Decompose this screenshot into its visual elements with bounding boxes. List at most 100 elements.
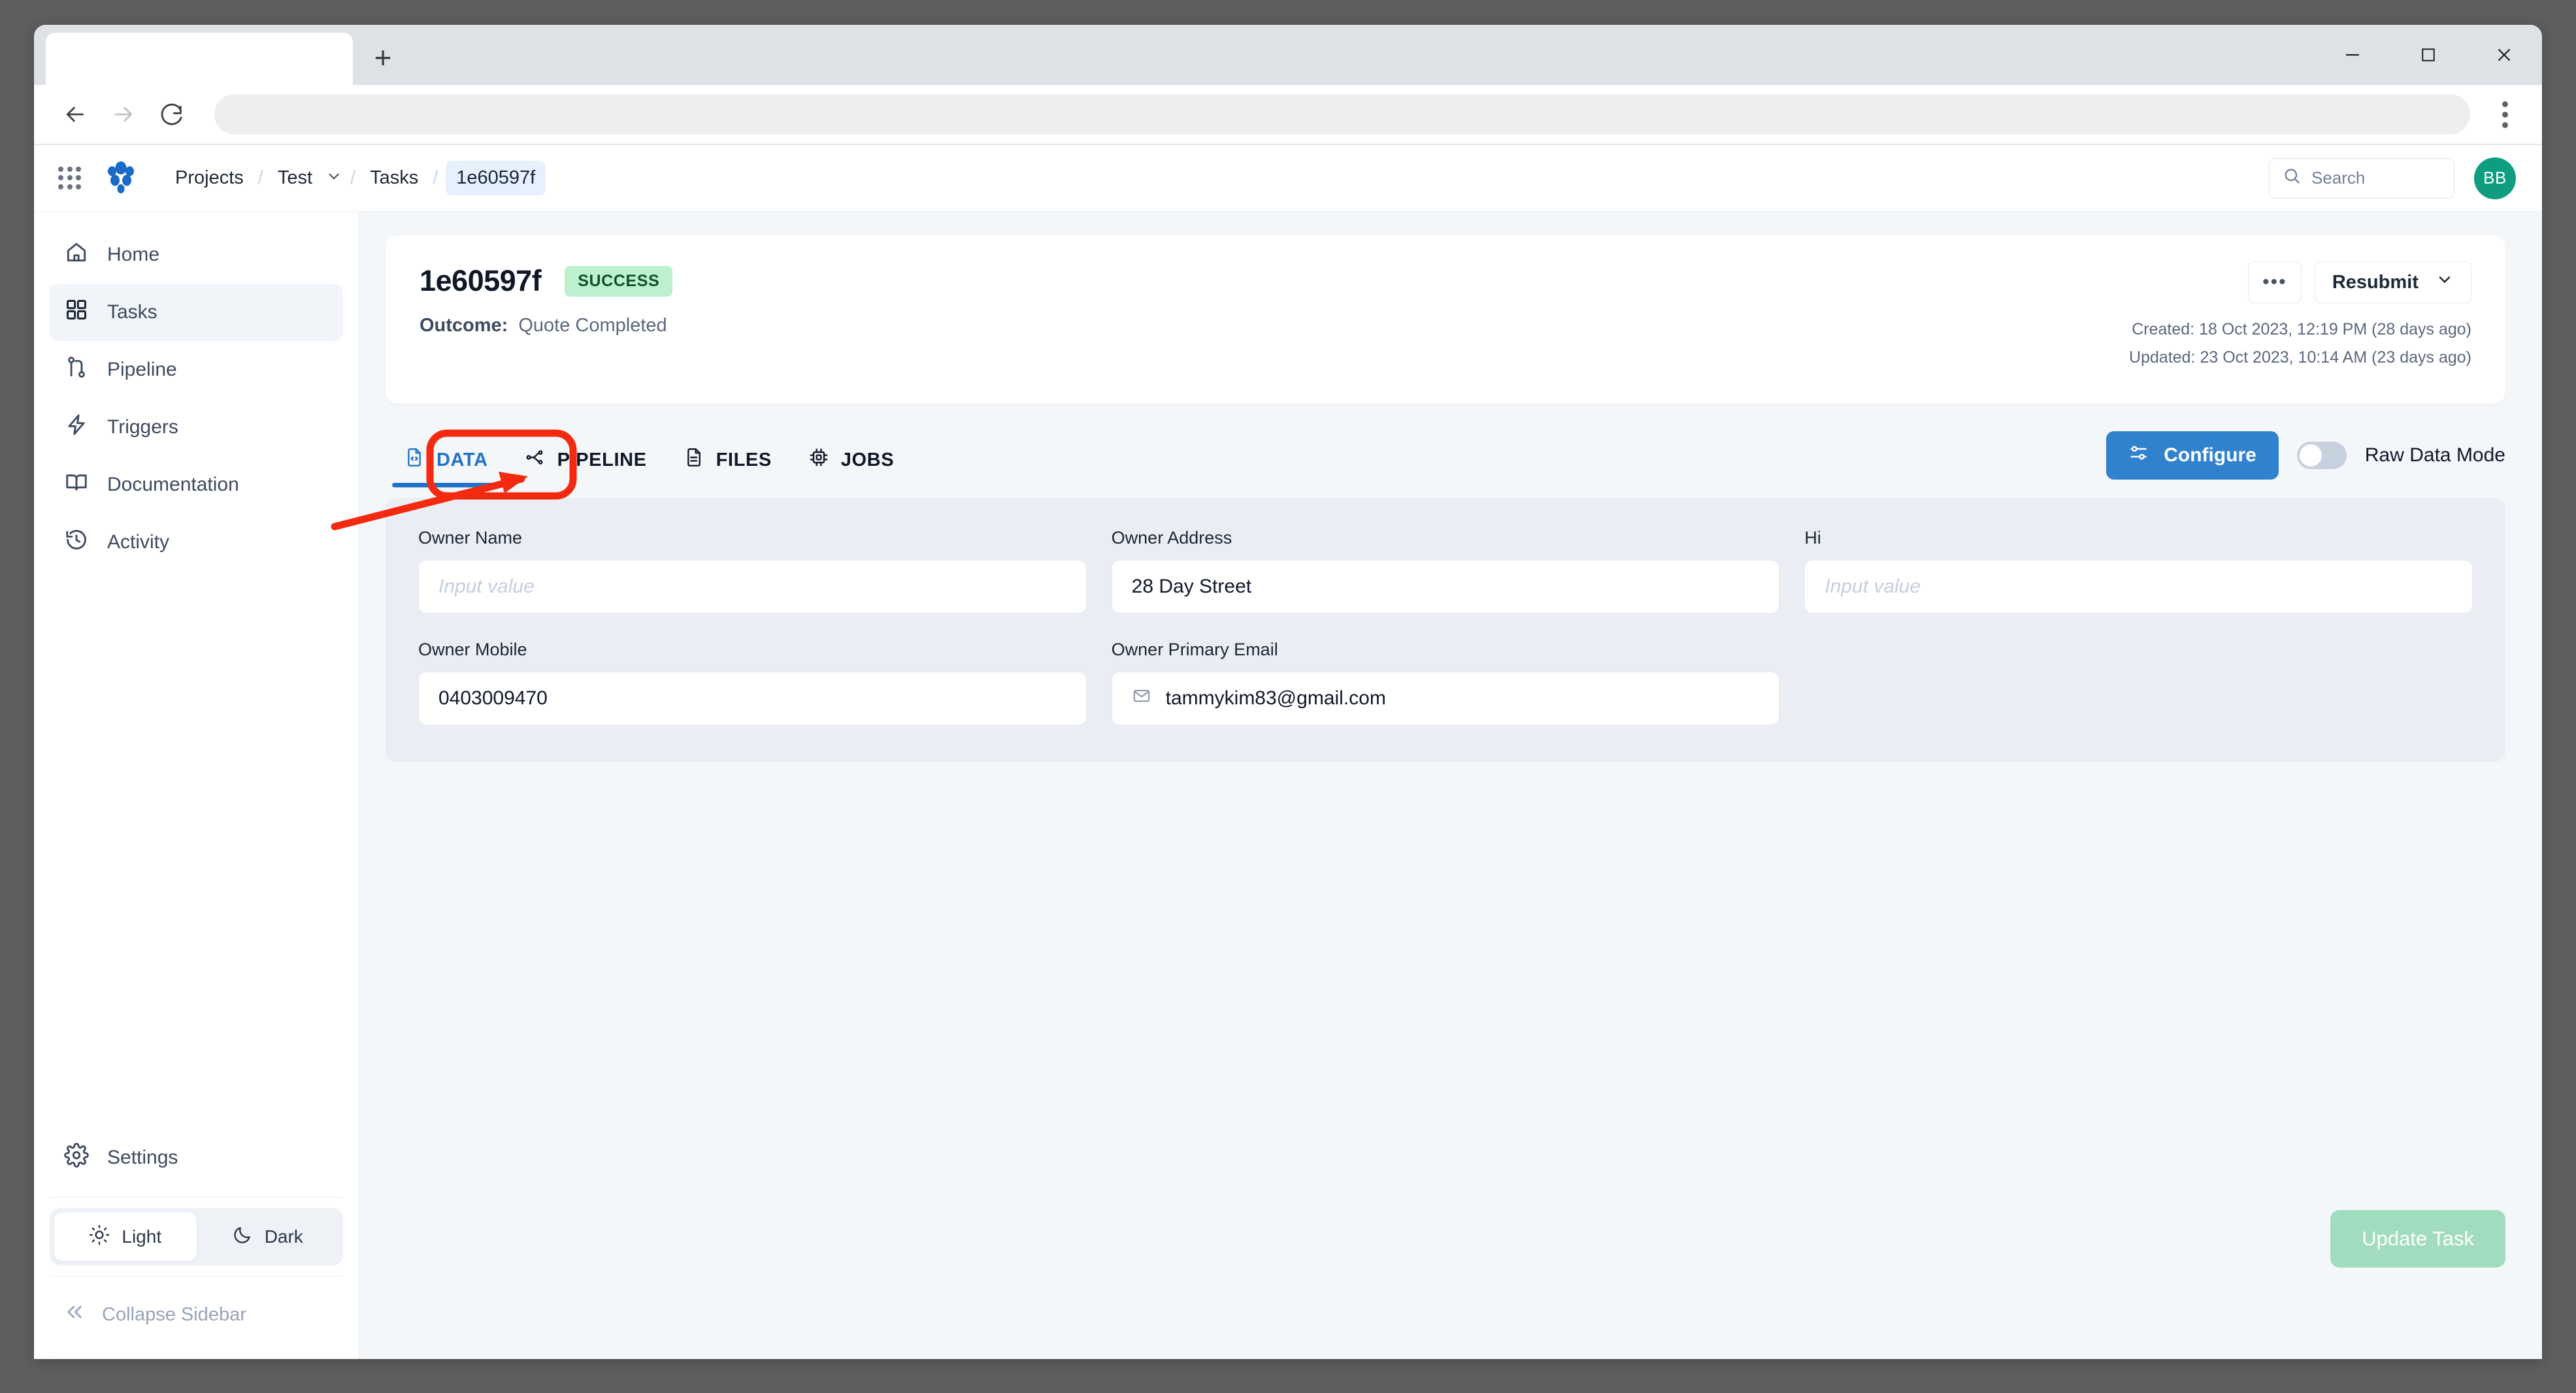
app-body: Home Tasks Pipeline [34,212,2542,1359]
raw-data-mode-label: Raw Data Mode [2365,444,2505,467]
tab-jobs[interactable]: JOBS [790,438,912,487]
sidebar-item-settings[interactable]: Settings [50,1129,343,1187]
breadcrumb-separator-3: / [425,167,446,189]
owner-mobile-input[interactable]: 0403009470 [418,672,1087,725]
owner-name-input[interactable]: Input value [418,560,1087,614]
minimize-button[interactable] [2315,25,2390,85]
field-label: Owner Address [1112,528,1780,548]
update-task-label: Update Task [2362,1227,2474,1251]
app-header: Projects / Test / Tasks / 1e60597f Searc… [34,145,2542,212]
chevron-down-icon [2436,270,2454,294]
tab-pipeline[interactable]: PIPELINE [506,438,665,487]
sidebar-bottom: Settings Light [50,1129,343,1359]
file-code-icon [404,447,425,473]
task-summary-card: 1e60597f SUCCESS Outcome: Quote Complete… [386,235,2505,404]
raw-data-mode-toggle[interactable] [2297,442,2347,469]
avatar[interactable]: BB [2474,157,2516,199]
breadcrumb-task-id[interactable]: 1e60597f [446,161,546,195]
breadcrumb-projects[interactable]: Projects [169,163,250,193]
field-value: 28 Day Street [1132,576,1251,598]
task-card-actions: ••• Resubmit Created: 18 Oct 2023, 12:19… [2129,261,2471,367]
tab-data[interactable]: DATA [386,438,506,487]
field-label: Owner Name [418,528,1087,548]
pipeline-nodes-icon [525,447,546,473]
sidebar-item-tasks[interactable]: Tasks [50,284,343,341]
sidebar-item-label: Tasks [107,301,157,323]
sidebar-divider-1 [50,1197,343,1198]
sidebar-item-label: Documentation [107,474,239,496]
brand-logo-icon[interactable] [102,159,140,197]
theme-option-light[interactable]: Light [54,1213,197,1261]
sidebar-item-label: Settings [107,1147,178,1169]
configure-button[interactable]: Configure [2106,431,2279,480]
collapse-sidebar-button[interactable]: Collapse Sidebar [50,1287,343,1342]
lightning-icon [64,412,89,442]
browser-tabstrip: + [34,25,2542,85]
field-owner-primary-email: Owner Primary Email tammykim83@gmail.com [1112,640,1780,725]
sidebar-item-activity[interactable]: Activity [50,514,343,571]
sidebar-item-label: Pipeline [107,359,177,381]
owner-address-input[interactable]: 28 Day Street [1112,560,1780,614]
tab-label: DATA [437,450,488,471]
tab-label: JOBS [841,450,894,471]
chevrons-left-icon [64,1302,85,1328]
sidebar-item-label: Triggers [107,416,178,438]
search-icon [2283,167,2301,189]
reload-icon[interactable] [148,90,196,139]
back-arrow-icon[interactable] [51,90,99,139]
task-action-buttons: ••• Resubmit [2129,261,2471,303]
new-tab-button[interactable]: + [359,34,406,81]
forward-arrow-icon[interactable] [99,90,148,139]
browser-menu-icon[interactable] [2485,90,2525,139]
book-icon [64,470,89,500]
resubmit-button[interactable]: Resubmit [2315,261,2471,303]
browser-toolbar [34,85,2542,145]
breadcrumb-separator: / [250,167,271,189]
hi-input[interactable]: Input value [1804,560,2473,614]
browser-tab[interactable] [46,33,353,85]
new-tab-label: + [374,42,392,73]
data-form-panel: Owner Name Input value Owner Address 28 … [386,498,2505,762]
application: Projects / Test / Tasks / 1e60597f Searc… [34,145,2542,1359]
sidebar-item-pipeline[interactable]: Pipeline [50,341,343,399]
close-button[interactable] [2466,25,2542,85]
maximize-button[interactable] [2390,25,2466,85]
theme-toggle: Light Dark [50,1208,343,1266]
theme-option-dark[interactable]: Dark [197,1213,339,1261]
sun-icon [89,1224,110,1250]
tab-files[interactable]: FILES [665,438,790,487]
field-owner-name: Owner Name Input value [418,528,1087,614]
field-label: Hi [1804,528,2473,548]
tab-label: PIPELINE [557,450,647,471]
field-value: Input value [438,576,535,598]
breadcrumb-tasks[interactable]: Tasks [363,163,425,193]
sidebar-item-triggers[interactable]: Triggers [50,399,343,456]
moon-icon [232,1224,253,1250]
avatar-initials: BB [2483,168,2507,188]
app-switcher-icon[interactable] [52,161,88,196]
tabs-row: DATA PIPELINE FILES [386,431,2505,487]
collapse-sidebar-label: Collapse Sidebar [102,1304,246,1326]
chip-icon [808,447,829,473]
owner-primary-email-input[interactable]: tammykim83@gmail.com [1112,672,1780,725]
sidebar-item-label: Home [107,244,159,266]
chevron-down-icon[interactable] [319,168,342,189]
created-timestamp: Created: 18 Oct 2023, 12:19 PM (28 days … [2129,320,2471,339]
tabs: DATA PIPELINE FILES [386,438,912,487]
field-value: Input value [1825,576,1921,598]
breadcrumb-test[interactable]: Test [271,163,319,193]
ellipsis-icon: ••• [2262,271,2287,293]
outcome-value: Quote Completed [518,315,667,336]
sidebar-item-documentation[interactable]: Documentation [50,456,343,514]
url-bar[interactable] [214,94,2470,135]
sidebar-item-label: Activity [107,531,169,553]
updated-timestamp: Updated: 23 Oct 2023, 10:14 AM (23 days … [2129,348,2471,367]
update-task-button[interactable]: Update Task [2330,1210,2505,1268]
search-input[interactable]: Search [2269,158,2454,199]
more-options-button[interactable]: ••• [2248,261,2302,303]
breadcrumb: Projects / Test / Tasks / 1e60597f [169,161,546,195]
sidebar-item-home[interactable]: Home [50,226,343,284]
theme-dark-label: Dark [265,1226,303,1247]
window-controls [2315,25,2542,85]
outcome-label: Outcome: [420,315,508,336]
